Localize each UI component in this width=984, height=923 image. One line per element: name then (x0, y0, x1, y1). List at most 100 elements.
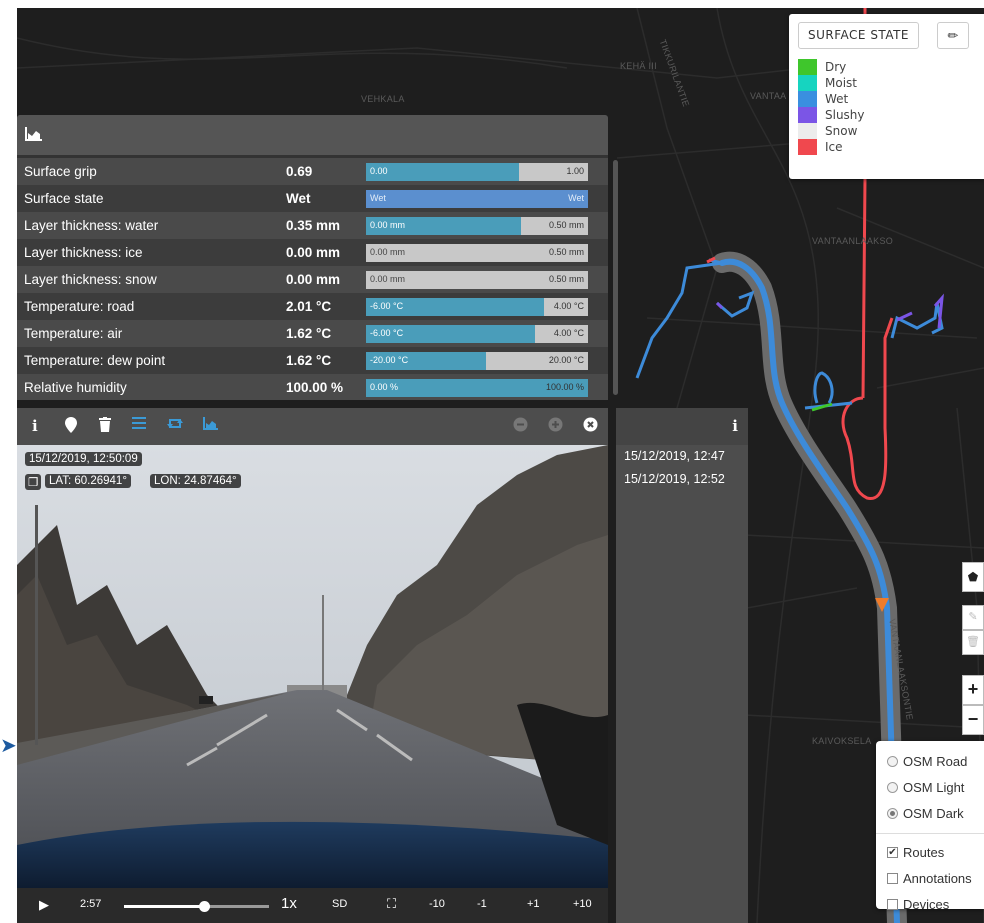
data-row: Temperature: dew point 1.62 °C -20.00 °C 20… (17, 347, 608, 374)
info-icon[interactable]: i (32, 417, 38, 435)
zoom-in-button[interactable]: + (962, 675, 984, 705)
base-layer-osm-road[interactable]: OSM Road (876, 748, 984, 774)
step-forward-1[interactable]: +1 (527, 898, 540, 910)
data-row: Layer thickness: snow 0.00 mm 0.00 mm 0.50 … (17, 266, 608, 293)
seek-handle[interactable] (198, 901, 210, 912)
seek-bar[interactable] (124, 901, 269, 912)
legend-item-moist: Moist (798, 75, 865, 91)
area-chart-icon[interactable] (203, 417, 219, 435)
bar-min: -6.00 °C (370, 300, 404, 311)
checkbox-annotations[interactable] (887, 872, 898, 884)
data-row-value: 0.69 (286, 164, 313, 179)
data-row-value: 0.00 mm (286, 245, 341, 260)
longitude-tag: LON: 24.87464° (150, 474, 241, 488)
trash-icon[interactable] (99, 417, 111, 437)
bar-min: -6.00 °C (370, 327, 404, 338)
step-back-10[interactable]: -10 (429, 898, 445, 910)
edit-layers-icon[interactable]: ✎ (962, 605, 984, 630)
legend-label: Slushy (825, 108, 865, 122)
player-controls: ▶ 2:57 1x SD ⛶ -10 -1 +1 +10 (17, 888, 608, 923)
surface-state-button[interactable]: SURFACE STATE (798, 22, 920, 49)
bar-max: 0.50 mm (548, 219, 584, 230)
minus-circle-icon[interactable] (513, 417, 528, 437)
data-row-value: 1.62 °C (286, 326, 332, 341)
bar-max: 0.50 mm (548, 273, 584, 284)
list-icon[interactable] (132, 417, 146, 435)
checkbox-devices[interactable] (887, 898, 898, 910)
video-panel: i 15/12/2019, 12:50:09 ❐ LAT: 60.26941° … (17, 408, 608, 923)
dashcam-video[interactable]: 15/12/2019, 12:50:09 ❐ LAT: 60.26941° LO… (17, 445, 608, 888)
copy-icon[interactable]: ❐ (25, 474, 42, 490)
close-circle-icon[interactable] (583, 417, 598, 437)
layer-label: Annotations (903, 870, 972, 886)
bar-min: 0.00 mm (370, 273, 406, 284)
step-back-1[interactable]: -1 (477, 898, 487, 910)
data-row-value: 0.35 mm (286, 218, 341, 233)
latitude-tag: LAT: 60.26941° (45, 474, 131, 488)
data-row: Relative humidity 100.00 % 0.00 % 100.00 % (17, 374, 608, 400)
pencil-icon[interactable]: ✏ (937, 22, 969, 49)
data-row-bar: -6.00 °C 4.00 °C (366, 297, 588, 316)
data-row-label: Temperature: dew point (24, 353, 166, 368)
map-label-kaivoksela: KAIVOKSELA (812, 736, 872, 746)
bar-min: Wet (370, 192, 386, 203)
base-layer-osm-dark[interactable]: OSM Dark (876, 800, 984, 826)
radio-osm-light[interactable] (887, 781, 898, 793)
data-row-label: Temperature: road (24, 299, 135, 314)
bar-max: Wet (568, 192, 584, 203)
delete-layers-icon[interactable]: 🗑 (962, 630, 984, 655)
page-left-margin (0, 0, 17, 923)
map-label-keha: KEHÄ III (620, 61, 657, 71)
swatch-wet (798, 91, 817, 107)
retweet-icon[interactable] (167, 417, 183, 435)
data-row-label: Surface grip (24, 164, 97, 179)
area-chart-icon[interactable] (25, 127, 43, 145)
data-row-label: Relative humidity (24, 380, 127, 395)
data-scrollbar[interactable] (613, 160, 618, 395)
radio-osm-dark[interactable] (887, 807, 898, 819)
bar-min: 0.00 mm (370, 246, 406, 257)
bar-fill (366, 189, 588, 208)
fullscreen-icon[interactable]: ⛶ (387, 896, 396, 912)
legend-label: Moist (825, 76, 857, 90)
timeline-item[interactable]: 15/12/2019, 12:52 (616, 468, 748, 491)
play-icon[interactable]: ▶ (39, 897, 49, 913)
overlay-devices[interactable]: Devices (876, 891, 984, 917)
sensor-data-panel: Surface grip 0.69 0.00 1.00 Surface state Wet… (17, 115, 618, 400)
layer-label: Routes (903, 844, 945, 860)
data-rows: Surface grip 0.69 0.00 1.00 Surface state Wet… (17, 158, 608, 400)
quality-toggle[interactable]: SD (332, 898, 347, 910)
data-row-value: Wet (286, 191, 311, 206)
swatch-ice (798, 139, 817, 155)
bar-max: 20.00 °C (548, 354, 584, 365)
info-icon[interactable]: i (732, 417, 738, 435)
plus-circle-icon[interactable] (548, 417, 563, 437)
timeline-item[interactable]: 15/12/2019, 12:47 (616, 445, 748, 468)
playback-speed[interactable]: 1x (281, 895, 297, 912)
data-row: Temperature: road 2.01 °C -6.00 °C 4.00 °C (17, 293, 608, 320)
legend-item-snow: Snow (798, 123, 865, 139)
data-row-value: 2.01 °C (286, 299, 332, 314)
swatch-dry (798, 59, 817, 75)
step-forward-10[interactable]: +10 (573, 898, 592, 910)
overlay-routes[interactable]: ✔ Routes (876, 839, 984, 865)
location-pin-icon[interactable] (65, 417, 77, 438)
data-row: Temperature: air 1.62 °C -6.00 °C 4.00 °C (17, 320, 608, 347)
checkbox-routes[interactable]: ✔ (887, 846, 898, 858)
bar-max: 0.50 mm (548, 246, 584, 257)
data-row-bar: -20.00 °C 20.00 °C (366, 351, 588, 370)
overlay-annotations[interactable]: Annotations (876, 865, 984, 891)
base-layer-osm-light[interactable]: OSM Light (876, 774, 984, 800)
data-row-label: Layer thickness: ice (24, 245, 143, 260)
layer-label: OSM Light (903, 779, 965, 795)
radio-osm-road[interactable] (887, 755, 898, 767)
draw-polygon-icon[interactable]: ⬟ (962, 562, 984, 592)
zoom-out-button[interactable]: − (962, 705, 984, 735)
legend-items: Dry Moist Wet Slushy Snow Ice (798, 59, 865, 155)
layer-label: OSM Dark (903, 805, 964, 821)
data-row-bar: 0.00 mm 0.50 mm (366, 243, 588, 262)
data-row-bar: 0.00 mm 0.50 mm (366, 270, 588, 289)
data-panel-header (17, 115, 608, 155)
data-row-label: Surface state (24, 191, 104, 206)
bar-min: 0.00 mm (370, 219, 406, 230)
